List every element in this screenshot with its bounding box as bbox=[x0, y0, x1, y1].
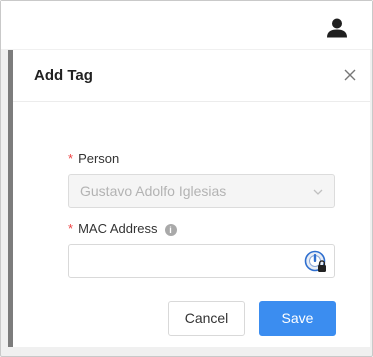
save-button[interactable]: Save bbox=[259, 301, 336, 336]
person-select-value: Gustavo Adolfo Iglesias bbox=[80, 183, 227, 199]
top-bar bbox=[1, 1, 372, 49]
mac-address-label: * MAC Address i bbox=[68, 221, 177, 236]
required-marker: * bbox=[68, 221, 74, 236]
chevron-down-icon bbox=[313, 189, 323, 195]
user-menu-button[interactable] bbox=[326, 17, 348, 39]
person-label-text: Person bbox=[78, 151, 120, 166]
user-icon bbox=[327, 18, 347, 38]
person-select[interactable]: Gustavo Adolfo Iglesias bbox=[68, 174, 335, 208]
cancel-button[interactable]: Cancel bbox=[168, 301, 245, 336]
info-icon[interactable]: i bbox=[164, 224, 177, 236]
close-icon bbox=[344, 69, 356, 81]
person-label: * Person bbox=[68, 151, 119, 166]
required-marker: * bbox=[68, 151, 74, 166]
mac-address-label-text: MAC Address bbox=[78, 221, 158, 236]
password-manager-icon bbox=[304, 250, 326, 272]
mac-address-input[interactable] bbox=[68, 244, 335, 278]
password-manager-button[interactable] bbox=[304, 250, 328, 274]
modal-header: Add Tag bbox=[13, 50, 370, 102]
add-tag-modal: Add Tag * Person Gustavo Adolfo Iglesias … bbox=[8, 50, 370, 347]
modal-title: Add Tag bbox=[34, 67, 93, 84]
close-button[interactable] bbox=[342, 67, 358, 83]
